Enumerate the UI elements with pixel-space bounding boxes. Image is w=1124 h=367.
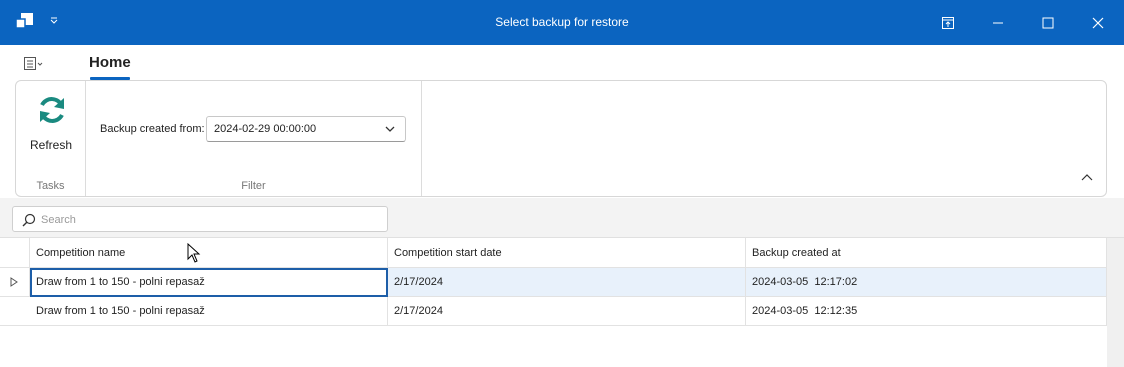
filter-group-label: Filter [241, 180, 266, 192]
backup-created-from-label: Backup created from: [100, 123, 205, 135]
backup-created-at-cell[interactable]: 2024-03-05 12:17:02 [746, 268, 1107, 297]
minimize-button[interactable] [973, 0, 1023, 45]
cell-text: Draw from 1 to 150 - polni repasaž [36, 276, 205, 288]
ribbon-tabs: Home [0, 45, 1124, 81]
backups-grid: Competition name Competition start date … [0, 238, 1107, 367]
close-button[interactable] [1073, 0, 1123, 45]
chevron-down-icon[interactable] [385, 125, 395, 133]
column-header-competition-start-date[interactable]: Competition start date [388, 238, 746, 268]
tab-home[interactable]: Home [89, 54, 131, 71]
column-header-label: Backup created at [752, 247, 841, 259]
table-row[interactable]: Draw from 1 to 150 - polni repasaž 2/17/… [0, 268, 1107, 297]
row-indicator-icon [10, 277, 18, 287]
column-header-competition-name[interactable]: Competition name [30, 238, 388, 268]
backup-date-dropdown[interactable]: 2024-02-29 00:00:00 [206, 116, 406, 142]
mouse-cursor-icon [187, 243, 201, 263]
title-bar: Select backup for restore [0, 0, 1124, 45]
ribbon-menu-icon[interactable] [24, 57, 46, 71]
cell-text: 2/17/2024 [394, 276, 443, 288]
table-row[interactable]: Draw from 1 to 150 - polni repasaž 2/17/… [0, 297, 1107, 326]
refresh-icon [40, 97, 64, 123]
backup-date-value: 2024-02-29 00:00:00 [214, 123, 317, 135]
restore-window-button[interactable] [923, 0, 973, 45]
competition-start-date-cell[interactable]: 2/17/2024 [388, 297, 746, 326]
group-separator [421, 81, 422, 196]
competition-name-cell[interactable]: Draw from 1 to 150 - polni repasaž [30, 297, 388, 326]
competition-start-date-cell[interactable]: 2/17/2024 [388, 268, 746, 297]
close-icon [1092, 17, 1104, 28]
competition-name-cell[interactable]: Draw from 1 to 150 - polni repasaž [30, 268, 388, 297]
column-header-label: Competition name [36, 247, 126, 259]
cell-text: 2024-03-05 12:12:35 [752, 305, 858, 317]
row-indicator-cell [0, 297, 30, 326]
minimize-icon [993, 22, 1003, 23]
collapse-ribbon-chevron-up-icon[interactable] [1081, 172, 1093, 182]
tasks-group-label: Tasks [36, 180, 65, 192]
search-box[interactable] [12, 206, 388, 232]
row-indicator-header [0, 238, 30, 268]
cell-text: Draw from 1 to 150 - polni repasaž [36, 305, 205, 317]
cell-text: 2/17/2024 [394, 305, 443, 317]
search-input[interactable] [41, 211, 371, 229]
backup-created-at-cell[interactable]: 2024-03-05 12:12:35 [746, 297, 1107, 326]
grid-scroll-gutter [1107, 238, 1124, 367]
maximize-icon [1042, 17, 1054, 28]
column-header-label: Competition start date [394, 247, 502, 259]
restore-window-icon [942, 16, 954, 29]
maximize-button[interactable] [1023, 0, 1073, 45]
cell-text: 2024-03-05 12:17:02 [752, 276, 858, 288]
row-indicator-cell [0, 268, 30, 297]
group-separator [85, 81, 86, 196]
refresh-button[interactable]: Refresh [24, 90, 78, 160]
refresh-label: Refresh [29, 138, 73, 152]
search-icon [22, 213, 36, 227]
column-header-backup-created-at[interactable]: Backup created at [746, 238, 1107, 268]
